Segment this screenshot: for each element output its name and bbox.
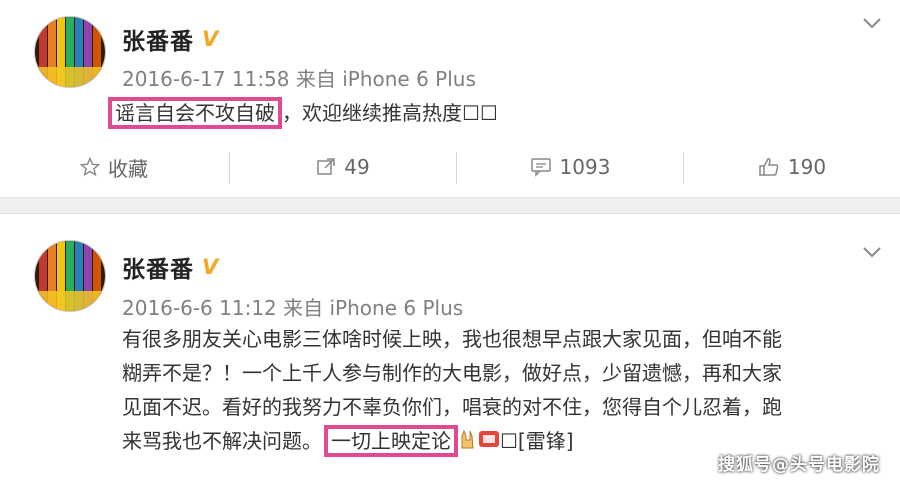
- highlighted-text: 谣言自会不攻自破: [108, 97, 282, 129]
- weibo-post-2: 张番番 V 2016-6-6 11:12 来自 iPhone 6 Plus 有很…: [0, 213, 900, 490]
- watermark: 搜狐号@头号电影院: [718, 455, 880, 475]
- post-date[interactable]: 2016-6-6 11:12: [122, 296, 277, 320]
- avatar[interactable]: [34, 16, 106, 88]
- chevron-down-icon[interactable]: [858, 241, 886, 263]
- like-button[interactable]: 190: [684, 138, 900, 196]
- author-name[interactable]: 张番番: [122, 22, 194, 56]
- post-source[interactable]: iPhone 6 Plus: [330, 296, 464, 320]
- svg-text:V: V: [202, 27, 220, 49]
- highlighted-text: 一切上映定论: [324, 425, 458, 457]
- weibo-post-1: 张番番 V 2016-6-17 11:58 来自 iPhone 6 Plus 谣…: [0, 0, 900, 198]
- favorite-label: 收藏: [108, 156, 148, 181]
- post-line: 糊弄不是？！一个上千人参与制作的大电影，做好点，少留遗憾，再和大家: [122, 361, 782, 385]
- author-name[interactable]: 张番番: [122, 250, 194, 284]
- post-source[interactable]: iPhone 6 Plus: [342, 67, 476, 91]
- favorite-button[interactable]: 收藏: [0, 138, 228, 196]
- svg-text:V: V: [202, 255, 220, 277]
- star-icon: [80, 157, 100, 177]
- post-body: 谣言自会不攻自破 ，欢迎继续推高热度☐☐: [108, 96, 498, 130]
- post-last-line: 来骂我也不解决问题。 一切上映定论 ☐[雷锋]: [122, 424, 574, 460]
- action-bar: 收藏 49 1093 190: [0, 138, 900, 196]
- red-badge-emoji-icon: [478, 426, 500, 460]
- source-prefix: 来自: [283, 296, 324, 320]
- verified-badge-icon: V: [202, 255, 220, 277]
- post-body-rest: ，欢迎继续推高热度☐☐: [282, 101, 498, 125]
- rock-hand-emoji-icon: [458, 426, 478, 460]
- post-line: 来骂我也不解决问题。: [122, 429, 322, 453]
- repost-icon: [317, 158, 336, 175]
- like-count: 190: [787, 155, 827, 179]
- post-line: 见面不迟。看好的我努力不辜负你们，唱衰的对不住，您得自个儿忍着，跑: [122, 395, 782, 419]
- source-prefix: 来自: [295, 67, 336, 91]
- post-meta: 2016-6-17 11:58 来自 iPhone 6 Plus: [122, 63, 476, 92]
- post-tail: ☐[雷锋]: [500, 429, 574, 453]
- chevron-down-icon[interactable]: [858, 12, 886, 34]
- repost-button[interactable]: 49: [230, 138, 456, 196]
- comment-count: 1093: [559, 155, 611, 179]
- repost-count: 49: [344, 155, 370, 179]
- verified-badge-icon: V: [202, 27, 220, 49]
- post-meta: 2016-6-6 11:12 来自 iPhone 6 Plus: [122, 292, 463, 321]
- post-date[interactable]: 2016-6-17 11:58: [122, 67, 290, 91]
- comment-button[interactable]: 1093: [457, 138, 683, 196]
- post-line: 有很多朋友关心电影三体啥时候上映，我也很想早点跟大家见面，但咱不能: [122, 327, 782, 351]
- comment-icon: [530, 158, 551, 177]
- like-icon: [759, 158, 779, 176]
- avatar[interactable]: [34, 240, 106, 312]
